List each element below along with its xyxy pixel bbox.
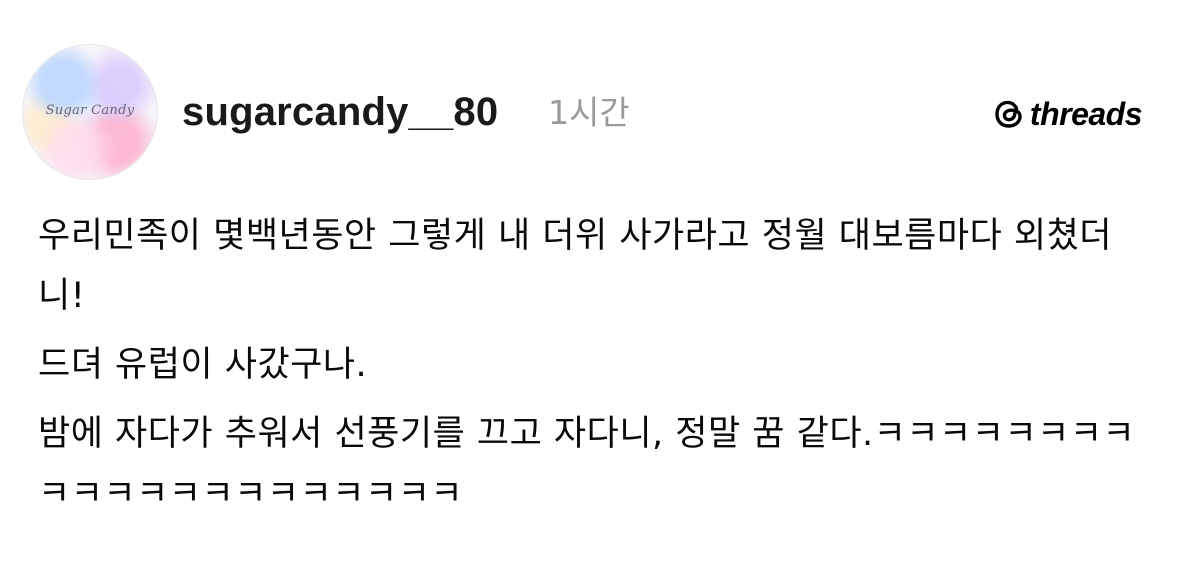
post-text-line: 밤에 자다가 추워서 선풍기를 끄고 자다니, 정말 꿈 같다.ㅋㅋㅋㅋㅋㅋㅋㅋ…	[38, 414, 1136, 514]
post-body: 우리민족이 몇백년동안 그렇게 내 더위 사가라고 정월 대보름마다 외쳤더니!…	[38, 206, 1150, 533]
brand-name: threads	[1029, 96, 1143, 132]
threads-logo-icon	[995, 100, 1022, 128]
post-header: Sugar Candy sugarcandy__80 1시간 threads	[22, 44, 1152, 184]
post-time: 1시간	[548, 93, 630, 132]
post-text-line: 드뎌 유럽이 사갔구나.	[38, 345, 368, 385]
post-text-line: 우리민족이 몇백년동안 그렇게 내 더위 사가라고 정월 대보름마다 외쳤더니!	[38, 216, 1113, 316]
avatar[interactable]: Sugar Candy	[22, 44, 158, 180]
threads-post: Sugar Candy sugarcandy__80 1시간 threads 우…	[0, 0, 1179, 569]
avatar-text: Sugar Candy	[45, 103, 135, 118]
threads-brand: threads	[992, 94, 1143, 134]
username[interactable]: sugarcandy__80	[182, 86, 498, 138]
